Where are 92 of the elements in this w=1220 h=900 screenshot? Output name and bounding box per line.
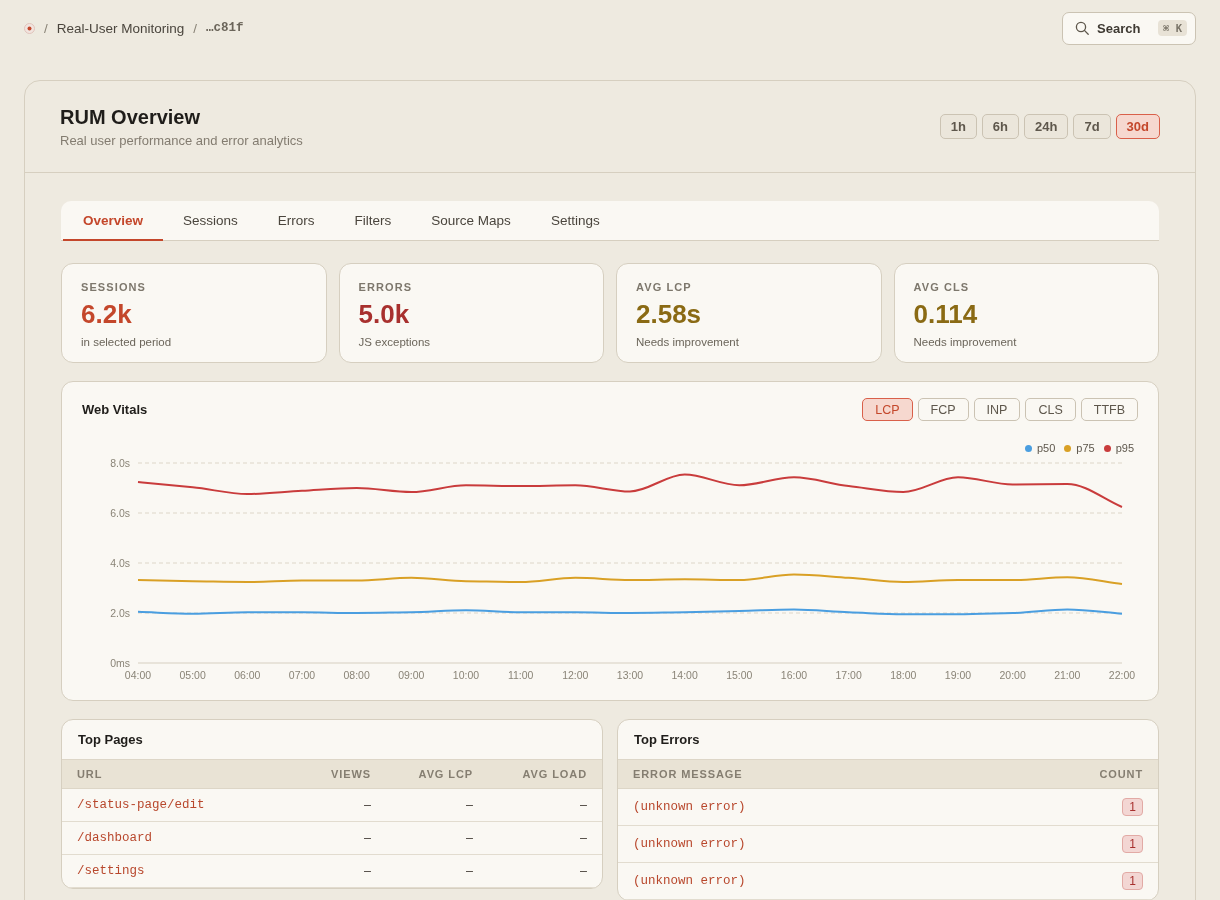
tab[interactable]: Filters <box>334 201 412 241</box>
axis-label: 07:00 <box>288 669 316 681</box>
axis-label: 08:00 <box>343 669 370 681</box>
column-header: AVG LOAD <box>522 768 587 780</box>
breadcrumb-separator: / <box>44 20 48 36</box>
table-cell: – <box>580 831 587 845</box>
axis-label: 18:00 <box>890 669 917 681</box>
error-message[interactable]: (unknown error) <box>633 837 746 851</box>
axis-label: 09:00 <box>398 669 425 681</box>
stat-label: AVG LCP <box>636 280 692 294</box>
time-range-button[interactable]: 6h <box>981 114 1019 139</box>
breadcrumb-link[interactable]: Real-User Monitoring <box>56 20 185 36</box>
stat-label: SESSIONS <box>81 280 147 294</box>
column-header: ERROR MESSAGE <box>633 768 743 780</box>
stat-caption: in selected period <box>81 335 172 349</box>
stat-value: 5.0k <box>358 298 410 330</box>
tab[interactable]: Overview <box>63 201 164 241</box>
axis-label: 10:00 <box>452 669 480 681</box>
legend-label: p95 <box>1115 442 1134 454</box>
error-count: 1 <box>1122 798 1143 816</box>
error-count: 1 <box>1122 835 1143 853</box>
shortcut-key: ⌘ K <box>1158 20 1187 36</box>
axis-label: 19:00 <box>944 669 972 681</box>
table-cell: – <box>466 798 473 812</box>
url-link[interactable]: /settings <box>77 864 145 878</box>
table-cell: – <box>580 864 587 878</box>
search-button[interactable]: Search ⌘ K <box>1062 11 1196 45</box>
table-cell: – <box>364 798 371 812</box>
tab[interactable]: Sessions <box>163 201 258 241</box>
page-subtitle: Real user performance and error analytics <box>60 132 303 149</box>
axis-label: 12:00 <box>562 669 589 681</box>
column-header: VIEWS <box>331 768 371 780</box>
axis-label: 05:00 <box>179 669 206 681</box>
card-title: Web Vitals <box>82 402 148 417</box>
axis-label: 0ms <box>110 656 130 669</box>
table-cell: – <box>364 864 371 878</box>
stat-caption: JS exceptions <box>358 335 431 349</box>
axis-label: 6.0s <box>110 506 130 519</box>
table-cell: – <box>466 864 473 878</box>
table-cell: – <box>466 831 473 845</box>
time-range-button[interactable]: 1h <box>939 114 977 139</box>
table-cell: – <box>580 798 587 812</box>
stat-label: ERRORS <box>358 280 413 294</box>
axis-label: 4.0s <box>110 556 130 569</box>
error-message[interactable]: (unknown error) <box>633 800 746 814</box>
metric-button[interactable]: INP <box>973 398 1021 421</box>
metric-button[interactable]: CLS <box>1025 398 1076 421</box>
metric-button[interactable]: FCP <box>917 398 969 421</box>
column-header: AVG LCP <box>418 768 473 780</box>
tab[interactable]: Errors <box>257 201 335 241</box>
stat-value: 2.58s <box>636 298 702 330</box>
page-title: RUM Overview <box>60 104 201 129</box>
url-link[interactable]: /status-page/edit <box>77 798 205 812</box>
time-range-button[interactable]: 30d <box>1115 114 1160 139</box>
axis-label: 2.0s <box>110 606 130 619</box>
axis-label: 17:00 <box>835 669 862 681</box>
column-header: URL <box>77 768 103 780</box>
stat-caption: Needs improvement <box>636 335 739 349</box>
axis-label: 20:00 <box>999 669 1026 681</box>
axis-label: 14:00 <box>671 669 698 681</box>
metric-button[interactable]: LCP <box>862 398 913 421</box>
axis-label: 15:00 <box>726 669 753 681</box>
circle-dot-icon <box>24 22 35 34</box>
axis-label: 11:00 <box>507 669 534 681</box>
stat-value: 6.2k <box>81 298 132 330</box>
legend-label: p50 <box>1036 442 1056 454</box>
metric-button[interactable]: TTFB <box>1080 398 1138 421</box>
legend-label: p75 <box>1076 442 1095 454</box>
axis-label: 06:00 <box>234 669 261 681</box>
axis-label: 22:00 <box>1108 669 1136 681</box>
time-range-button[interactable]: 24h <box>1024 114 1069 139</box>
error-message[interactable]: (unknown error) <box>633 874 746 888</box>
stat-value: 0.114 <box>913 298 978 330</box>
breadcrumb-current: …c81f <box>206 21 244 35</box>
stat-caption: Needs improvement <box>913 335 1017 349</box>
stat-label: AVG CLS <box>913 280 970 294</box>
table-cell: – <box>364 831 371 845</box>
error-count: 1 <box>1122 872 1143 890</box>
axis-label: 04:00 <box>124 669 152 681</box>
tab[interactable]: Settings <box>530 201 620 241</box>
time-range-button[interactable]: 7d <box>1073 114 1111 139</box>
axis-label: 16:00 <box>780 669 808 681</box>
axis-label: 21:00 <box>1054 669 1081 681</box>
column-header: COUNT <box>1099 768 1143 780</box>
url-link[interactable]: /dashboard <box>77 831 152 845</box>
card-title: Top Errors <box>634 732 700 747</box>
axis-label: 8.0s <box>110 456 130 469</box>
axis-label: 13:00 <box>616 669 644 681</box>
breadcrumb-separator: / <box>193 20 198 36</box>
card-title: Top Pages <box>78 732 143 747</box>
tab[interactable]: Source Maps <box>411 201 531 241</box>
search-icon <box>1075 21 1089 35</box>
